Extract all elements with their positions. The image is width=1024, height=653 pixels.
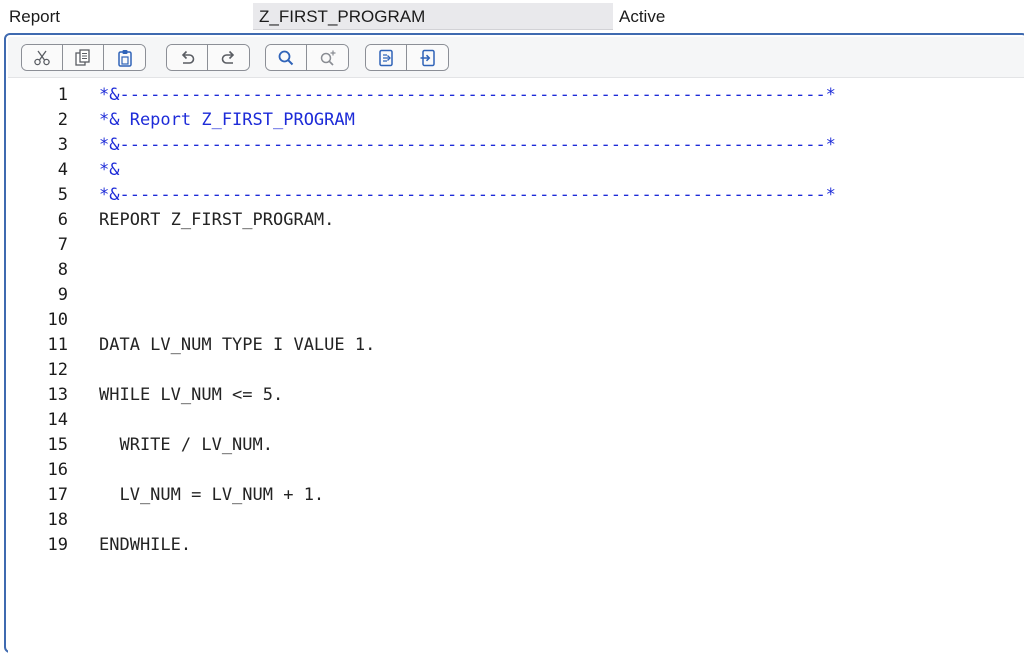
comment-line[interactable]: *&--------------------------------------… [99,183,836,208]
clipboard-button-group [21,44,146,71]
import-button[interactable] [407,45,448,70]
code-line[interactable]: REPORT Z_FIRST_PROGRAM. [99,208,334,233]
line-number: 4 [57,160,68,180]
code-line[interactable]: WRITE / LV_NUM. [99,433,273,458]
line-number: 3 [57,135,68,155]
line-number: 9 [57,285,68,305]
undo-button[interactable] [167,45,208,70]
object-info-bar: Report Z_FIRST_PROGRAM Active [0,0,1024,32]
search-icon [278,50,294,65]
code-line[interactable]: DATA LV_NUM TYPE I VALUE 1. [99,333,375,358]
line-number: 12 [47,360,68,380]
paste-icon [117,49,132,67]
line-number: 2 [57,110,68,130]
import-icon [420,49,435,66]
code-line[interactable]: LV_NUM = LV_NUM + 1. [99,483,324,508]
scissors-icon [34,50,50,65]
undo-icon [181,50,195,64]
redo-button[interactable] [208,45,249,70]
paste-button[interactable] [104,45,145,70]
line-number: 8 [57,260,68,280]
line-number: 6 [57,210,68,230]
copy-button[interactable] [63,45,104,70]
line-number: 5 [57,185,68,205]
line-number: 15 [47,435,68,455]
search-button-group [265,44,349,71]
transfer-button-group [365,44,449,71]
code-line[interactable]: WHILE LV_NUM <= 5. [99,383,283,408]
object-name-value: Z_FIRST_PROGRAM [259,7,426,26]
redo-icon [221,50,234,64]
comment-line[interactable]: *& [99,158,119,183]
code-area[interactable] [96,79,1024,653]
editor-toolbar [8,37,1024,78]
comment-line[interactable]: *& Report Z_FIRST_PROGRAM [99,108,355,133]
line-number: 14 [47,410,68,430]
comment-line[interactable]: *&--------------------------------------… [99,133,836,158]
line-number: 16 [47,460,68,480]
code-line[interactable]: ENDWHILE. [99,533,191,558]
cut-button[interactable] [22,45,63,70]
abap-editor: 1 *&-------------------------------------… [4,33,1024,653]
line-number: 11 [47,335,68,355]
line-number: 13 [47,385,68,405]
object-type-label: Report [9,7,61,26]
history-button-group [166,44,250,71]
line-number: 1 [57,85,68,105]
search-plus-icon [320,50,335,66]
copy-icon [75,48,90,66]
export-icon [379,49,393,66]
line-number: 19 [47,535,68,555]
line-number: 10 [47,310,68,330]
search-next-button[interactable] [307,45,348,70]
line-number: 7 [57,235,68,255]
comment-line[interactable]: *&--------------------------------------… [99,83,836,108]
line-number: 17 [47,485,68,505]
export-button[interactable] [366,45,407,70]
line-number: 18 [47,510,68,530]
search-button[interactable] [266,45,307,70]
object-status-label: Active [619,7,666,26]
